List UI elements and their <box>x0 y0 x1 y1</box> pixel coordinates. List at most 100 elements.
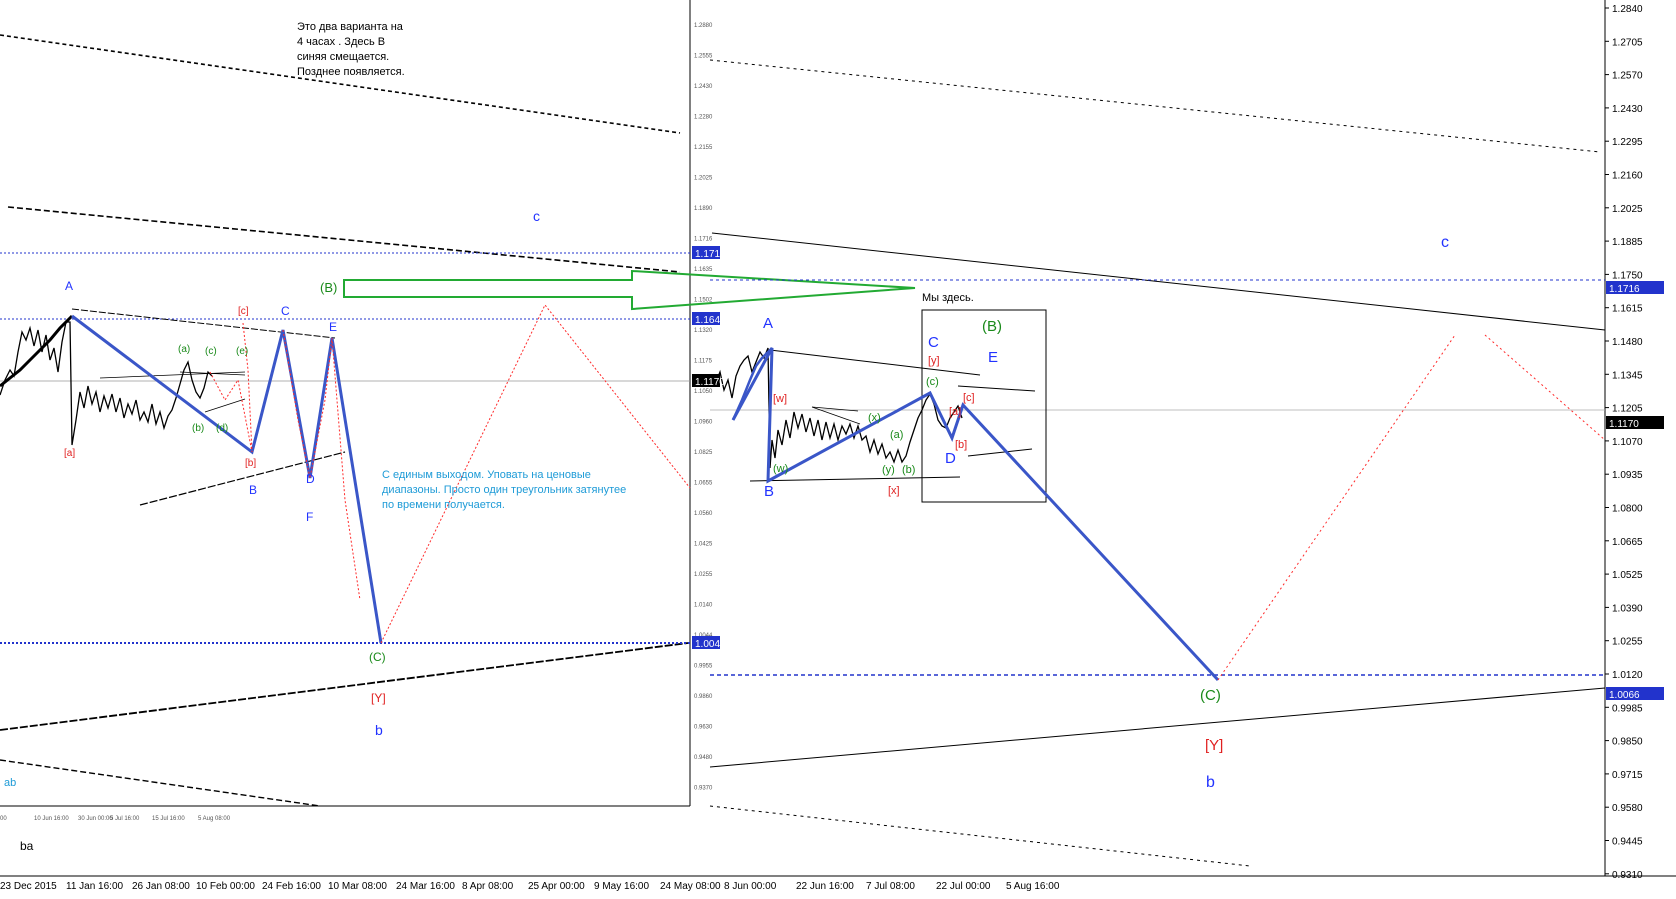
left-price-label: 1.2025 <box>694 176 713 182</box>
left-price-label: 0.9370 <box>694 786 713 792</box>
chart-canvas[interactable]: A B C D E F c b [a] [b] [c] [Y] (a) (b) … <box>0 0 1676 894</box>
time-label: 22 Jun 16:00 <box>796 881 854 892</box>
right-label-red-c: [c] <box>963 392 975 404</box>
left-price-label: 1.1635 <box>694 267 713 273</box>
left-price-label: 1.0255 <box>694 572 713 578</box>
left-label-F: F <box>306 510 313 524</box>
right-price-label: 0.9985 <box>1612 703 1643 714</box>
left-label-c: c <box>533 208 540 224</box>
right-price-label: 0.9310 <box>1612 870 1643 881</box>
right-price-label: 0.9850 <box>1612 737 1643 748</box>
right-price-label: 0.9445 <box>1612 837 1643 848</box>
left-inner-time-label: 10 Jun 16:00 <box>34 816 69 822</box>
right-price-tag-lower: 1.0066 <box>1609 690 1640 701</box>
right-price-label: 1.0800 <box>1612 504 1643 515</box>
time-label: 26 Jan 08:00 <box>132 881 190 892</box>
time-label: 5 Aug 16:00 <box>1006 881 1060 892</box>
time-label: 11 Jan 16:00 <box>66 881 124 892</box>
left-label-b: b <box>375 722 383 738</box>
left-label-red-c: [c] <box>238 306 249 317</box>
left-price-label: 0.9860 <box>694 694 713 700</box>
right-label-red-x: [x] <box>888 485 900 497</box>
right-price-label: 0.9580 <box>1612 803 1643 814</box>
time-label: 7 Jul 08:00 <box>866 881 915 892</box>
right-price-label: 1.2295 <box>1612 137 1643 148</box>
left-label-green-b: (b) <box>192 423 204 434</box>
left-price-label: 1.2155 <box>694 145 713 151</box>
right-label-c: c <box>1441 234 1449 251</box>
right-price-label: 1.1205 <box>1612 404 1643 415</box>
time-label: 8 Apr 08:00 <box>462 881 514 892</box>
left-price-label: 1.0960 <box>694 420 713 426</box>
left-price-tag-upper: 1.1716 <box>695 249 726 260</box>
left-price-label: 0.9630 <box>694 725 713 731</box>
right-price-label: 1.0665 <box>1612 537 1643 548</box>
left-label-green-e: (e) <box>236 346 248 357</box>
left-label-red-Y: [Y] <box>371 691 386 705</box>
left-inner-time-label: 15 Jul 16:00 <box>152 816 185 822</box>
right-price-label: 1.0255 <box>1612 637 1643 648</box>
left-label-E: E <box>329 320 337 334</box>
left-price-label: 1.0825 <box>694 450 713 456</box>
left-label-A: A <box>65 279 73 293</box>
corner-label-ab: ab <box>4 777 16 789</box>
right-label-green-y: (y) <box>882 464 895 476</box>
left-price-label: 1.1890 <box>694 206 713 212</box>
right-price-label: 1.2430 <box>1612 104 1643 115</box>
left-price-tag-mid: 1.1647 <box>695 315 726 326</box>
left-label-B: B <box>249 483 257 497</box>
left-price-label: 1.2555 <box>694 54 713 60</box>
right-price-label: 1.2025 <box>1612 204 1643 215</box>
left-price-label: 0.9955 <box>694 664 713 670</box>
left-inner-time-label: 00 <box>0 816 7 822</box>
right-label-red-b: [b] <box>955 439 967 451</box>
right-price-label: 1.0390 <box>1612 603 1643 614</box>
right-price-label: 0.9715 <box>1612 770 1643 781</box>
left-price-label: 1.1320 <box>694 328 713 334</box>
bottom-time-axis: 23 Dec 2015 11 Jan 16:00 26 Jan 08:00 10 Fe… <box>0 881 1060 892</box>
corner-label-ba: ba <box>20 839 34 853</box>
right-price-label: 1.2840 <box>1612 4 1643 15</box>
right-price-label: 1.1070 <box>1612 437 1643 448</box>
right-price-label: 1.0120 <box>1612 670 1643 681</box>
time-label: 24 May 08:00 <box>660 881 721 892</box>
left-price-label: 1.1175 <box>694 359 713 365</box>
right-label-green-C: (C) <box>1200 687 1221 704</box>
right-label-b: b <box>1206 774 1215 791</box>
right-price-label: 1.2570 <box>1612 71 1643 82</box>
chart-screenshot: A B C D E F c b [a] [b] [c] [Y] (a) (b) … <box>0 0 1676 894</box>
time-label: 23 Dec 2015 <box>0 881 57 892</box>
left-price-label: 1.2880 <box>694 23 713 29</box>
right-price-tag-upper: 1.1716 <box>1609 284 1640 295</box>
left-price-tag-current: 1.1170 <box>695 377 725 388</box>
left-label-red-b: [b] <box>245 458 256 469</box>
left-label-D: D <box>306 472 315 486</box>
right-price-label: 1.2160 <box>1612 171 1643 182</box>
left-price-label: 1.1716 <box>694 237 713 243</box>
time-label: 8 Jun 00:00 <box>724 881 777 892</box>
time-label: 25 Apr 00:00 <box>528 881 585 892</box>
right-label-green-a: (a) <box>890 429 903 441</box>
right-label-C: C <box>928 334 939 351</box>
right-label-red-Y: [Y] <box>1205 737 1223 754</box>
time-label: 24 Feb 16:00 <box>262 881 321 892</box>
right-label-D: D <box>945 450 956 467</box>
left-label-red-a: [a] <box>64 448 75 459</box>
right-label-E: E <box>988 349 998 366</box>
right-label-green-w: (w) <box>773 463 788 475</box>
right-label-red-w: [w] <box>773 393 787 405</box>
right-price-label: 1.2705 <box>1612 37 1643 48</box>
left-label-green-d: (d) <box>216 423 228 434</box>
left-label-green-c: (c) <box>205 346 217 357</box>
right-label-red-y: [y] <box>928 355 940 367</box>
left-label-green-C: (C) <box>369 650 386 664</box>
right-label-red-a: [a] <box>949 406 961 418</box>
right-label-green-c: (c) <box>926 376 939 388</box>
time-label: 22 Jul 00:00 <box>936 881 991 892</box>
left-price-tag-lower: 1.0044 <box>695 639 726 650</box>
right-price-tag-current: 1.1170 <box>1609 419 1639 430</box>
right-price-label: 1.1345 <box>1612 370 1643 381</box>
left-label-C: C <box>281 304 290 318</box>
time-label: 10 Mar 08:00 <box>328 881 387 892</box>
left-price-label: 0.9480 <box>694 755 713 761</box>
